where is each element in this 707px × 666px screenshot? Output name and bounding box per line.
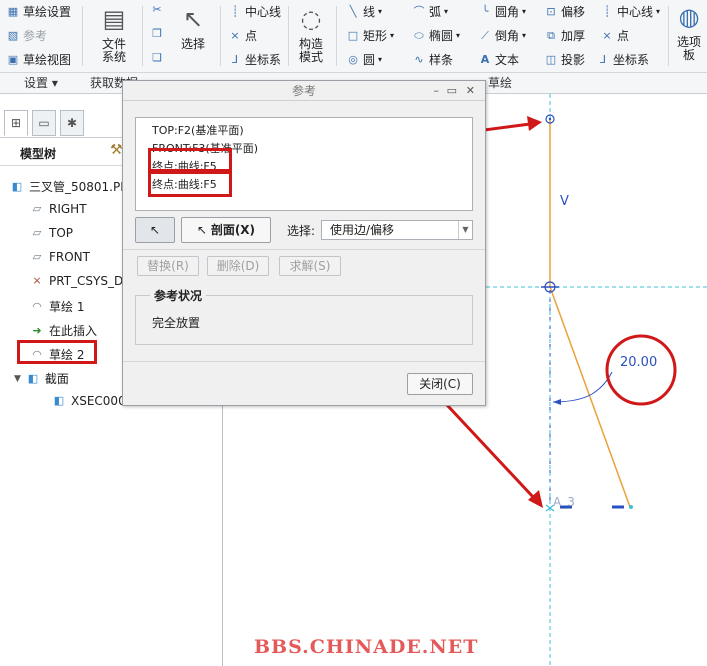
dimension-highlight-circle [605, 334, 677, 406]
dialog-title-bar[interactable]: 参考 – ▭ ✕ [123, 81, 485, 101]
close-icon[interactable]: ✕ [466, 81, 475, 101]
minimize-icon[interactable]: – [434, 81, 440, 101]
reference-highlight-box-1 [148, 148, 232, 172]
reference-status-text: 完全放置 [152, 316, 201, 330]
select-label: 选择: [287, 224, 316, 238]
chevron-down-icon: ▼ [458, 221, 472, 239]
references-dialog: 参考 – ▭ ✕ TOP:F2(基准平面) FRONT:F3(基准平面) 终点:… [122, 80, 486, 406]
angle-dimension-value[interactable]: 20.00 [620, 355, 657, 370]
watermark: BBS.CHINADE.NET [254, 636, 479, 658]
bottom-endpoint-dot [629, 505, 633, 509]
reference-highlight-box-2 [148, 171, 232, 197]
close-button[interactable]: 关闭(C) [407, 373, 473, 395]
section-button[interactable]: ↖ 剖面(X) [181, 217, 271, 243]
vertical-constraint-label[interactable]: V [560, 194, 569, 209]
divider [123, 249, 485, 250]
divider [123, 361, 485, 362]
reference-item[interactable]: TOP:F2(基准平面) [152, 122, 472, 140]
maximize-icon[interactable]: ▭ [447, 81, 457, 101]
reference-status-legend: 参考状况 [150, 287, 207, 304]
solve-button[interactable]: 求解(S) [279, 256, 341, 276]
cursor-arrow-icon: ↖ [149, 223, 161, 237]
angle-arrowhead [553, 399, 561, 405]
annotation-arrow-1-head [527, 116, 542, 131]
axis-label: A_3 [553, 495, 575, 509]
delete-button[interactable]: 删除(D) [207, 256, 269, 276]
reference-status-group: 参考状况 完全放置 [135, 287, 473, 345]
top-endpoint-dot [548, 117, 552, 121]
cursor-arrow-icon: ↖ [196, 223, 211, 237]
replace-button[interactable]: 替换(R) [137, 256, 199, 276]
select-dropdown[interactable]: 使用边/偏移 ▼ [321, 220, 473, 240]
pick-reference-button[interactable]: ↖ [135, 217, 175, 243]
